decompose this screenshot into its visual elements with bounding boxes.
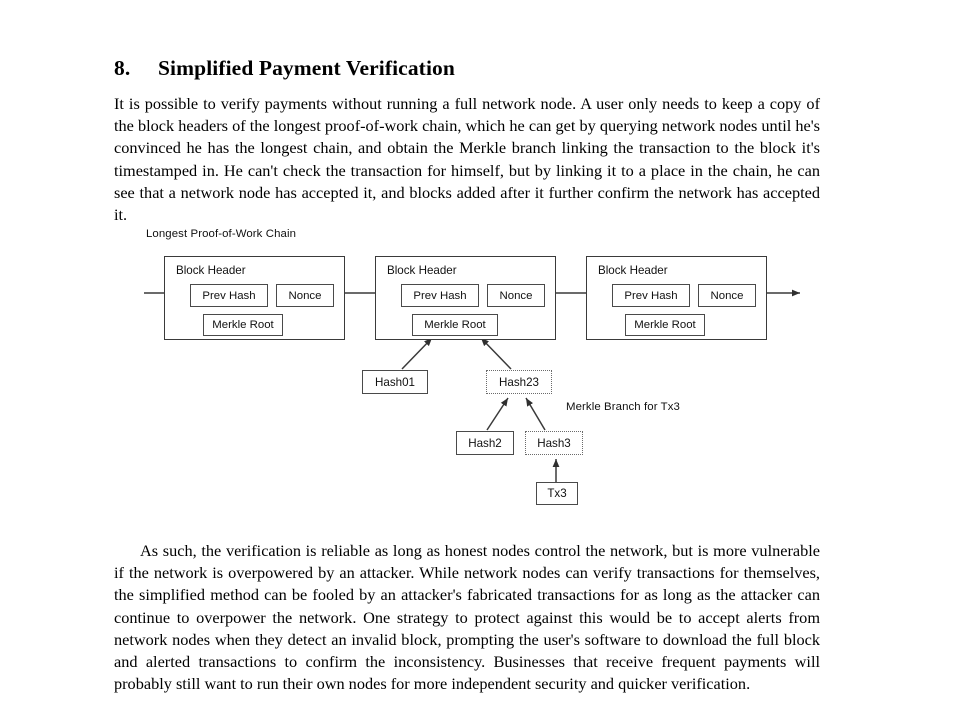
block-header-1-title: Block Header	[176, 264, 246, 277]
block-header-2: Block Header Prev Hash Nonce Merkle Root	[375, 256, 556, 340]
tree-node-hash2: Hash2	[456, 431, 514, 455]
paragraph-intro: It is possible to verify payments withou…	[114, 94, 820, 224]
tree-node-hash23: Hash23	[486, 370, 552, 394]
block-header-3-prev-hash: Prev Hash	[612, 284, 690, 307]
section-title: Simplified Payment Verification	[158, 56, 455, 81]
block-header-1-nonce: Nonce	[276, 284, 334, 307]
block-header-1: Block Header Prev Hash Nonce Merkle Root	[164, 256, 345, 340]
block-header-1-prev-hash: Prev Hash	[190, 284, 268, 307]
page-title: 8. Simplified Payment Verification	[114, 56, 834, 81]
paragraph-closing: As such, the verification is reliable as…	[114, 541, 820, 693]
merkle-branch-label: Merkle Branch for Tx3	[566, 401, 680, 413]
block-header-3-merkle-root: Merkle Root	[625, 314, 705, 336]
document-page: 8. Simplified Payment Verification It is …	[0, 0, 960, 718]
block-header-1-merkle-root: Merkle Root	[203, 314, 283, 336]
block-header-3-title: Block Header	[598, 264, 668, 277]
section-number: 8.	[114, 56, 131, 81]
tree-node-hash01: Hash01	[362, 370, 428, 394]
block-header-3: Block Header Prev Hash Nonce Merkle Root	[586, 256, 767, 340]
block-header-2-title: Block Header	[387, 264, 457, 277]
block-header-3-nonce: Nonce	[698, 284, 756, 307]
block-header-2-nonce: Nonce	[487, 284, 545, 307]
tree-node-hash3: Hash3	[525, 431, 583, 455]
tree-node-tx3: Tx3	[536, 482, 578, 505]
chain-label: Longest Proof-of-Work Chain	[146, 228, 297, 240]
block-header-2-prev-hash: Prev Hash	[401, 284, 479, 307]
block-header-2-merkle-root: Merkle Root	[412, 314, 498, 336]
